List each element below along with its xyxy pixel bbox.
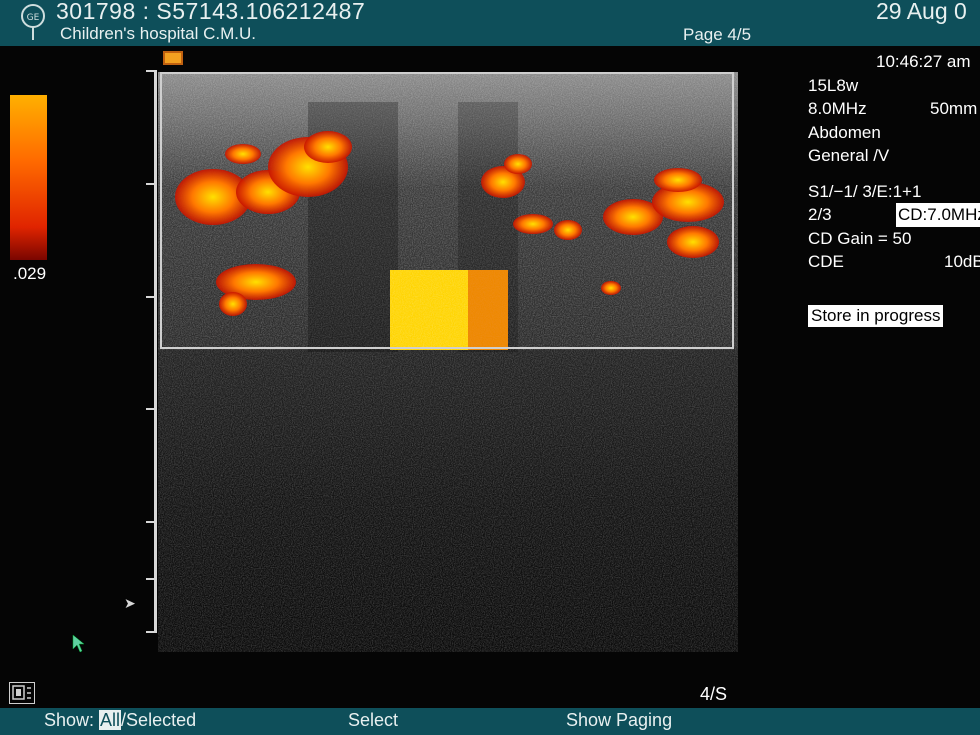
page-indicator: Page 4/5 xyxy=(683,25,752,44)
status-message: Store in progress xyxy=(808,305,944,327)
logo-icon: GE xyxy=(21,4,45,40)
color-scale-value: .029 xyxy=(13,264,47,283)
cde-label: CDE xyxy=(808,252,844,271)
show-all-selected-button[interactable]: Show: All/Selected xyxy=(44,710,196,731)
selected-option[interactable]: /Selected xyxy=(121,710,196,730)
info-panel: 10:46:27 am 15L8w 8.0MHz 50mm Abdomen Gen… xyxy=(808,50,980,274)
frame-label: 4/S xyxy=(700,684,728,704)
cursor-arrow-icon xyxy=(72,634,85,653)
show-paging-button[interactable]: Show Paging xyxy=(566,710,672,731)
depth-tick xyxy=(146,183,155,185)
svg-text:GE: GE xyxy=(27,13,40,23)
header-bar: GE 301798 : S57143.106212487 Children's … xyxy=(0,0,980,46)
exam-date: 29 Aug 0 xyxy=(876,0,967,24)
depth-tick xyxy=(146,70,155,72)
probe-label: 15L8w xyxy=(808,75,859,95)
softkey-bar: Show: All/Selected Select Show Paging xyxy=(0,708,980,735)
cine-icon[interactable] xyxy=(9,682,35,704)
orientation-marker-icon xyxy=(163,51,183,65)
ratio-label: 2/3 xyxy=(808,205,832,224)
select-button[interactable]: Select xyxy=(348,710,398,731)
frequency-label: 8.0MHz xyxy=(808,99,867,118)
color-scale-bar xyxy=(10,95,47,260)
preset-label: Abdomen xyxy=(808,122,881,142)
depth-tick xyxy=(146,578,155,580)
cde-value: 10dB xyxy=(944,252,980,271)
color-box-roi[interactable] xyxy=(160,72,734,349)
all-option[interactable]: All xyxy=(99,710,122,730)
depth-tick xyxy=(146,521,155,523)
cd-frequency-label: CD:7.0MHz xyxy=(896,203,980,227)
show-label: Show: xyxy=(44,710,100,730)
depth-tick xyxy=(146,631,155,633)
hospital-name: Children's hospital C.M.U. xyxy=(60,24,256,43)
depth-tick xyxy=(146,408,155,410)
time-label: 10:46:27 am xyxy=(876,52,971,71)
mode-label: General /V xyxy=(808,146,890,165)
depth-tick xyxy=(146,296,155,298)
focus-marker-icon[interactable]: ➤ xyxy=(124,595,136,612)
depth-scale xyxy=(154,70,157,633)
cd-gain-label: CD Gain = 50 xyxy=(808,228,912,248)
patient-id: 301798 : S57143.106212487 xyxy=(56,0,366,24)
depth-label: 50mm xyxy=(930,99,978,118)
settings-label: S1/−1/ 3/E:1+1 xyxy=(808,181,922,201)
